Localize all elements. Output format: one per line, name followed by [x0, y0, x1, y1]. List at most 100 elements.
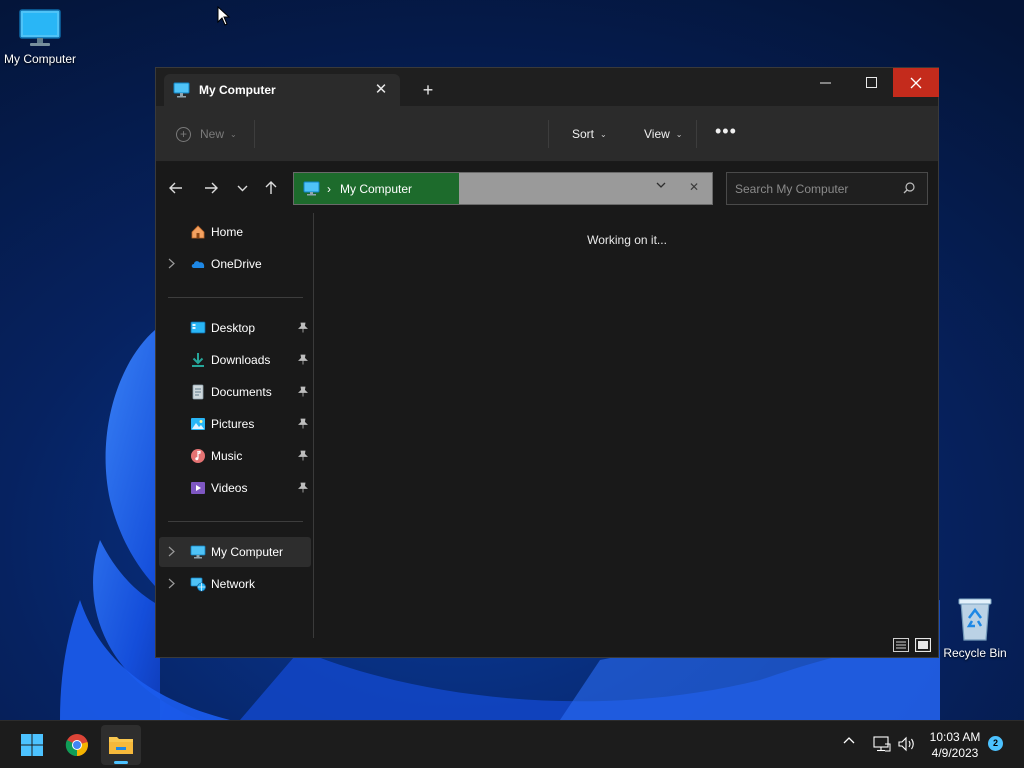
chevron-down-icon[interactable]	[656, 182, 666, 189]
pin-icon[interactable]	[298, 450, 308, 461]
show-hidden-icons-chevron-icon[interactable]	[843, 736, 855, 744]
breadcrumb[interactable]: › My Computer	[294, 173, 459, 204]
chevron-right-icon[interactable]	[168, 546, 175, 557]
pin-icon[interactable]	[298, 418, 308, 429]
sidebar-item-label: Downloads	[211, 353, 271, 367]
forward-button[interactable]	[201, 178, 221, 198]
sidebar-item-desktop[interactable]: Desktop	[159, 313, 311, 343]
arrow-up-icon	[265, 181, 277, 194]
search-input[interactable]	[727, 173, 897, 204]
videos-icon	[191, 482, 205, 494]
chevron-down-icon	[237, 185, 247, 191]
sidebar-item-label: My Computer	[211, 545, 284, 559]
more-options-button[interactable]: •••	[715, 121, 737, 141]
sidebar-item-documents[interactable]: Documents	[159, 377, 311, 407]
pin-icon[interactable]	[298, 354, 308, 365]
toolbar-divider	[548, 120, 549, 148]
sidebar-item-videos[interactable]: Videos	[159, 473, 311, 503]
toolbar-divider	[254, 120, 255, 148]
tab-title: My Computer	[199, 83, 276, 97]
breadcrumb-item[interactable]: My Computer	[340, 182, 412, 196]
desktop-icon-my-computer[interactable]: My Computer	[0, 8, 80, 66]
command-bar: + New ⌄ Sort ⌄ View ⌄ •••	[156, 106, 938, 162]
desktop-icon-label: Recycle Bin	[943, 646, 1007, 660]
chevron-right-icon[interactable]	[168, 578, 175, 589]
minimize-button[interactable]	[802, 68, 848, 97]
sidebar-item-label: Music	[211, 449, 243, 463]
pin-icon[interactable]	[298, 482, 308, 493]
sidebar-item-music[interactable]: Music	[159, 441, 311, 471]
chevron-right-icon[interactable]	[168, 258, 175, 269]
active-app-indicator	[114, 761, 128, 764]
maximize-button[interactable]	[848, 68, 894, 97]
sidebar-item-home[interactable]: Home	[159, 217, 311, 247]
view-button[interactable]: View ⌄	[644, 124, 683, 144]
file-explorer-window: My Computer ✕ + + New ⌄ Sort ⌄ View ⌄ ••…	[155, 67, 939, 658]
breadcrumb-separator: ›	[327, 181, 331, 196]
sidebar-item-label: OneDrive	[211, 257, 262, 271]
sidebar-item-onedrive[interactable]: OneDrive	[159, 249, 311, 279]
search-icon[interactable]	[903, 182, 915, 194]
new-label: New	[200, 127, 225, 141]
sidebar-item-downloads[interactable]: Downloads	[159, 345, 311, 375]
up-button[interactable]	[261, 178, 281, 198]
music-icon	[191, 449, 205, 463]
sidebar-item-my-computer[interactable]: My Computer	[159, 537, 311, 567]
navigation-bar: › My Computer ✕	[156, 163, 938, 213]
tab-my-computer[interactable]: My Computer ✕	[164, 74, 400, 106]
monitor-icon	[173, 82, 190, 98]
clock-date: 4/9/2023	[931, 746, 979, 760]
navigation-pane: Home OneDrive Desktop Downloads Document…	[156, 213, 314, 638]
start-button[interactable]	[12, 725, 52, 765]
sidebar-divider	[168, 297, 303, 298]
document-icon	[192, 384, 204, 400]
mouse-cursor-icon	[217, 6, 231, 26]
sort-label: Sort	[572, 127, 595, 141]
taskbar-file-explorer-button[interactable]	[101, 725, 141, 765]
desktop-icon-label: My Computer	[3, 52, 77, 66]
monitor-icon	[303, 181, 320, 196]
maximize-icon	[865, 77, 877, 88]
sidebar-item-pictures[interactable]: Pictures	[159, 409, 311, 439]
sidebar-item-network[interactable]: Network	[159, 569, 311, 599]
notification-badge[interactable]: 2	[988, 736, 1003, 751]
monitor-icon	[19, 9, 61, 46]
pin-icon[interactable]	[298, 386, 308, 397]
tab-close-icon[interactable]: ✕	[372, 81, 390, 99]
back-button[interactable]	[166, 178, 186, 198]
sort-button[interactable]: Sort ⌄	[572, 124, 607, 144]
recycle-bin-icon	[958, 598, 992, 641]
sidebar-item-label: Home	[211, 225, 244, 239]
chevron-down-icon: ⌄	[600, 129, 607, 139]
details-view-icon[interactable]	[893, 638, 909, 652]
tiles-view-icon[interactable]	[915, 638, 931, 652]
chevron-down-icon: ⌄	[230, 129, 237, 139]
monitor-icon	[190, 545, 206, 559]
desktop-folder-icon	[190, 321, 206, 334]
sidebar-item-label: Documents	[211, 385, 272, 399]
clock-time: 10:03 AM	[929, 730, 981, 744]
recent-locations-button[interactable]	[232, 178, 252, 198]
desktop-icon-recycle-bin[interactable]: Recycle Bin	[935, 596, 1015, 660]
network-status-icon[interactable]	[873, 736, 891, 752]
search-box[interactable]	[726, 172, 928, 205]
close-icon	[910, 77, 922, 88]
clear-address-icon[interactable]: ✕	[689, 180, 699, 194]
address-bar[interactable]: › My Computer ✕	[293, 172, 713, 205]
system-clock[interactable]: 10:03 AM 4/9/2023	[920, 729, 990, 761]
close-button[interactable]	[893, 68, 939, 97]
chevron-down-icon: ⌄	[675, 129, 683, 139]
volume-icon[interactable]	[898, 736, 916, 752]
sidebar-item-label: Videos	[211, 481, 248, 495]
arrow-left-icon	[169, 182, 182, 194]
content-area: Working on it...	[316, 213, 938, 638]
chrome-icon	[65, 734, 88, 757]
taskbar-chrome-button[interactable]	[57, 725, 97, 765]
pin-icon[interactable]	[298, 322, 308, 333]
download-icon	[192, 353, 204, 367]
folder-icon	[109, 737, 133, 754]
new-tab-button[interactable]: +	[418, 80, 438, 100]
sidebar-item-label: Network	[211, 577, 256, 591]
sidebar-item-label: Desktop	[211, 321, 256, 335]
new-button[interactable]: + New ⌄	[176, 124, 237, 144]
